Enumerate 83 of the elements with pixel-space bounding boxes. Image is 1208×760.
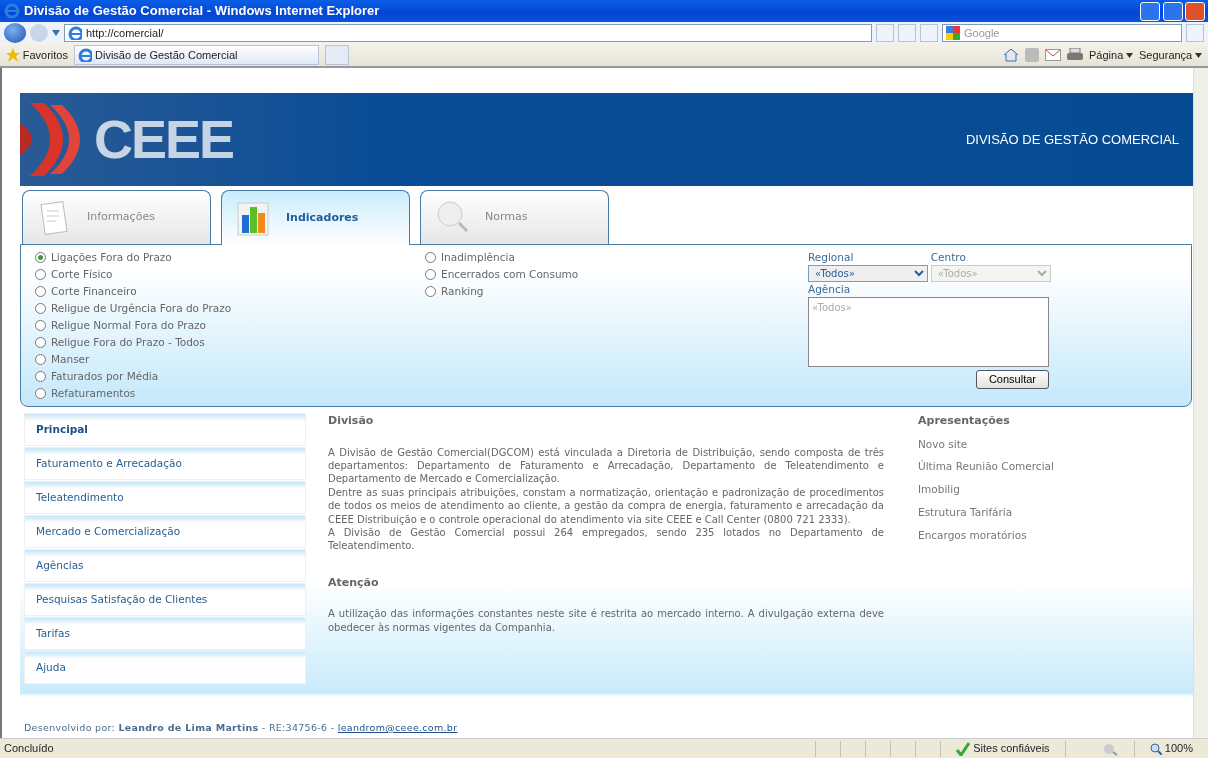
radio-button[interactable] xyxy=(425,286,436,297)
sidebar-item[interactable]: Principal xyxy=(24,413,306,446)
radio-button[interactable] xyxy=(425,252,436,263)
tab[interactable]: Indicadores xyxy=(221,190,410,245)
browser-logo-icon xyxy=(4,3,20,19)
radio-label[interactable]: Inadimplência xyxy=(441,249,515,266)
tab[interactable]: Normas xyxy=(420,190,609,244)
section-heading: Divisão xyxy=(328,413,375,429)
paragraph: A Divisão de Gestão Comercial possui 264 empregados, sendo 235 lotados no Departamento de Teleatendimento. xyxy=(328,525,884,553)
agency-list[interactable]: «Todos» xyxy=(808,297,1049,367)
close-button[interactable] xyxy=(1185,1,1206,21)
paragraph: Dentre as suas principais atribuições, constam a normatização, orientação e padronização de procedimentos de todos os meios de atendimento ao cliente, a gestão da compra de energia, faturamento e arrecadação da CEEE Distribuição e o controle operacional do atendimento via site CEEE e Call Center (0800 721 2333). xyxy=(328,485,884,526)
caret-icon xyxy=(1126,52,1134,58)
presentation-link[interactable]: Estrutura Tarifária xyxy=(918,504,1188,521)
radio-button[interactable] xyxy=(35,252,46,263)
radio-label[interactable]: Manser xyxy=(51,351,90,368)
favorites-button[interactable]: Favoritos xyxy=(6,46,68,64)
field-label: Agência xyxy=(808,282,852,297)
minimize-button[interactable] xyxy=(1139,1,1160,21)
page-icon xyxy=(68,26,82,40)
restore-button[interactable] xyxy=(1162,1,1183,21)
sidebar-item[interactable]: Teleatendimento xyxy=(24,481,306,514)
zone-text: Sites confiáveis xyxy=(973,741,1050,757)
radio-button[interactable] xyxy=(35,303,46,314)
back-button[interactable] xyxy=(4,23,26,43)
radio-label[interactable]: Religue de Urgência Fora do Prazo xyxy=(51,300,232,317)
radio-label[interactable]: Corte Físico xyxy=(51,266,113,283)
mail-icon[interactable] xyxy=(1045,49,1061,61)
star-icon xyxy=(6,48,20,62)
field-label: Centro xyxy=(930,250,967,265)
radio-button[interactable] xyxy=(425,269,436,280)
presentation-link[interactable]: Encargos moratórios xyxy=(918,527,1188,544)
status-text: Concluído xyxy=(4,741,55,757)
window-title: Divisão de Gestão Comercial - Windows Internet Explorer xyxy=(24,2,381,21)
zoom-button[interactable]: 100% xyxy=(1150,740,1204,757)
radio-button[interactable] xyxy=(35,388,46,399)
radio-label[interactable]: Faturados por Média xyxy=(51,368,159,385)
field-label: Regional xyxy=(808,250,855,265)
sidebar-item[interactable]: Agências xyxy=(24,549,306,582)
sidebar-item[interactable]: Tarifas xyxy=(24,617,306,650)
home-icon[interactable] xyxy=(1003,48,1019,62)
section-heading: Apresentações xyxy=(918,413,1011,429)
presentation-link[interactable]: Última Reunião Comercial xyxy=(918,459,1188,475)
regional-select[interactable]: «Todos» xyxy=(808,265,928,282)
radio-button[interactable] xyxy=(35,371,46,382)
dropdown-icon[interactable] xyxy=(52,30,60,36)
sidebar-item[interactable]: Ajuda xyxy=(24,651,306,684)
radio-label[interactable]: Encerrados com Consumo xyxy=(441,266,579,283)
page-icon xyxy=(78,48,92,62)
footer-text: Desenvolvido por: Leandro de Lima Martins - RE:34756-6 - leandrom@ceee.com.br xyxy=(20,718,1193,738)
tab[interactable]: Informações xyxy=(22,190,211,244)
radio-label[interactable]: Ligações Fora do Prazo xyxy=(51,249,172,266)
logo-text: CEEE xyxy=(94,108,234,171)
menu-item[interactable]: Página xyxy=(1089,46,1134,64)
caret-icon xyxy=(1195,52,1202,58)
radio-button[interactable] xyxy=(35,269,46,280)
paragraph: A Divisão de Gestão Comercial(DGCOM) está vinculada a Diretoria de Distribuição, sendo composta de três departamentos: Departamento de Faturamento e Arrecadação, Departamento de Teleatendimento e Departamento de Mercado e Comercialização. xyxy=(328,445,884,486)
sidebar-item[interactable]: Mercado e Comercialização xyxy=(24,515,306,548)
site-title: DIVISÃO DE GESTÃO COMERCIAL xyxy=(965,130,1179,149)
radio-label[interactable]: Religue Normal Fora do Prazo xyxy=(51,317,206,334)
paragraph: A utilização das informações constantes neste site é restrita ao mercado interno. A divulgação externa deve obedecer às normas vigentes da Companhia. xyxy=(328,607,884,635)
bar-chart-icon xyxy=(236,199,272,237)
consult-button[interactable]: Consultar xyxy=(975,369,1049,389)
radio-button[interactable] xyxy=(35,354,46,365)
sidebar-item[interactable]: Pesquisas Satisfação de Clientes xyxy=(24,583,306,616)
search-provider-icon xyxy=(946,26,960,40)
menu-item[interactable]: Segurança xyxy=(1139,46,1202,64)
presentation-link[interactable]: Imobilig xyxy=(918,482,1188,498)
check-icon xyxy=(956,741,971,756)
presentation-link[interactable]: Novo site xyxy=(918,436,1188,453)
radio-label[interactable]: Corte Financeiro xyxy=(51,283,137,300)
radio-label[interactable]: Ranking xyxy=(441,283,484,300)
radio-button[interactable] xyxy=(35,337,46,348)
email-link[interactable]: leandrom@ceee.com.br xyxy=(337,720,458,736)
radio-button[interactable] xyxy=(35,286,46,297)
printer-icon[interactable] xyxy=(1067,48,1083,62)
browser-tab[interactable]: Divisão de Gestão Comercial xyxy=(74,45,319,65)
section-heading: Atenção xyxy=(328,574,380,591)
radio-label[interactable]: Refaturamentos xyxy=(51,385,136,402)
radio-label[interactable]: Religue Fora do Prazo - Todos xyxy=(51,334,205,351)
sidebar-item[interactable]: Faturamento e Arrecadação xyxy=(24,447,306,480)
radio-button[interactable] xyxy=(35,320,46,331)
zoom-icon xyxy=(1150,742,1163,755)
